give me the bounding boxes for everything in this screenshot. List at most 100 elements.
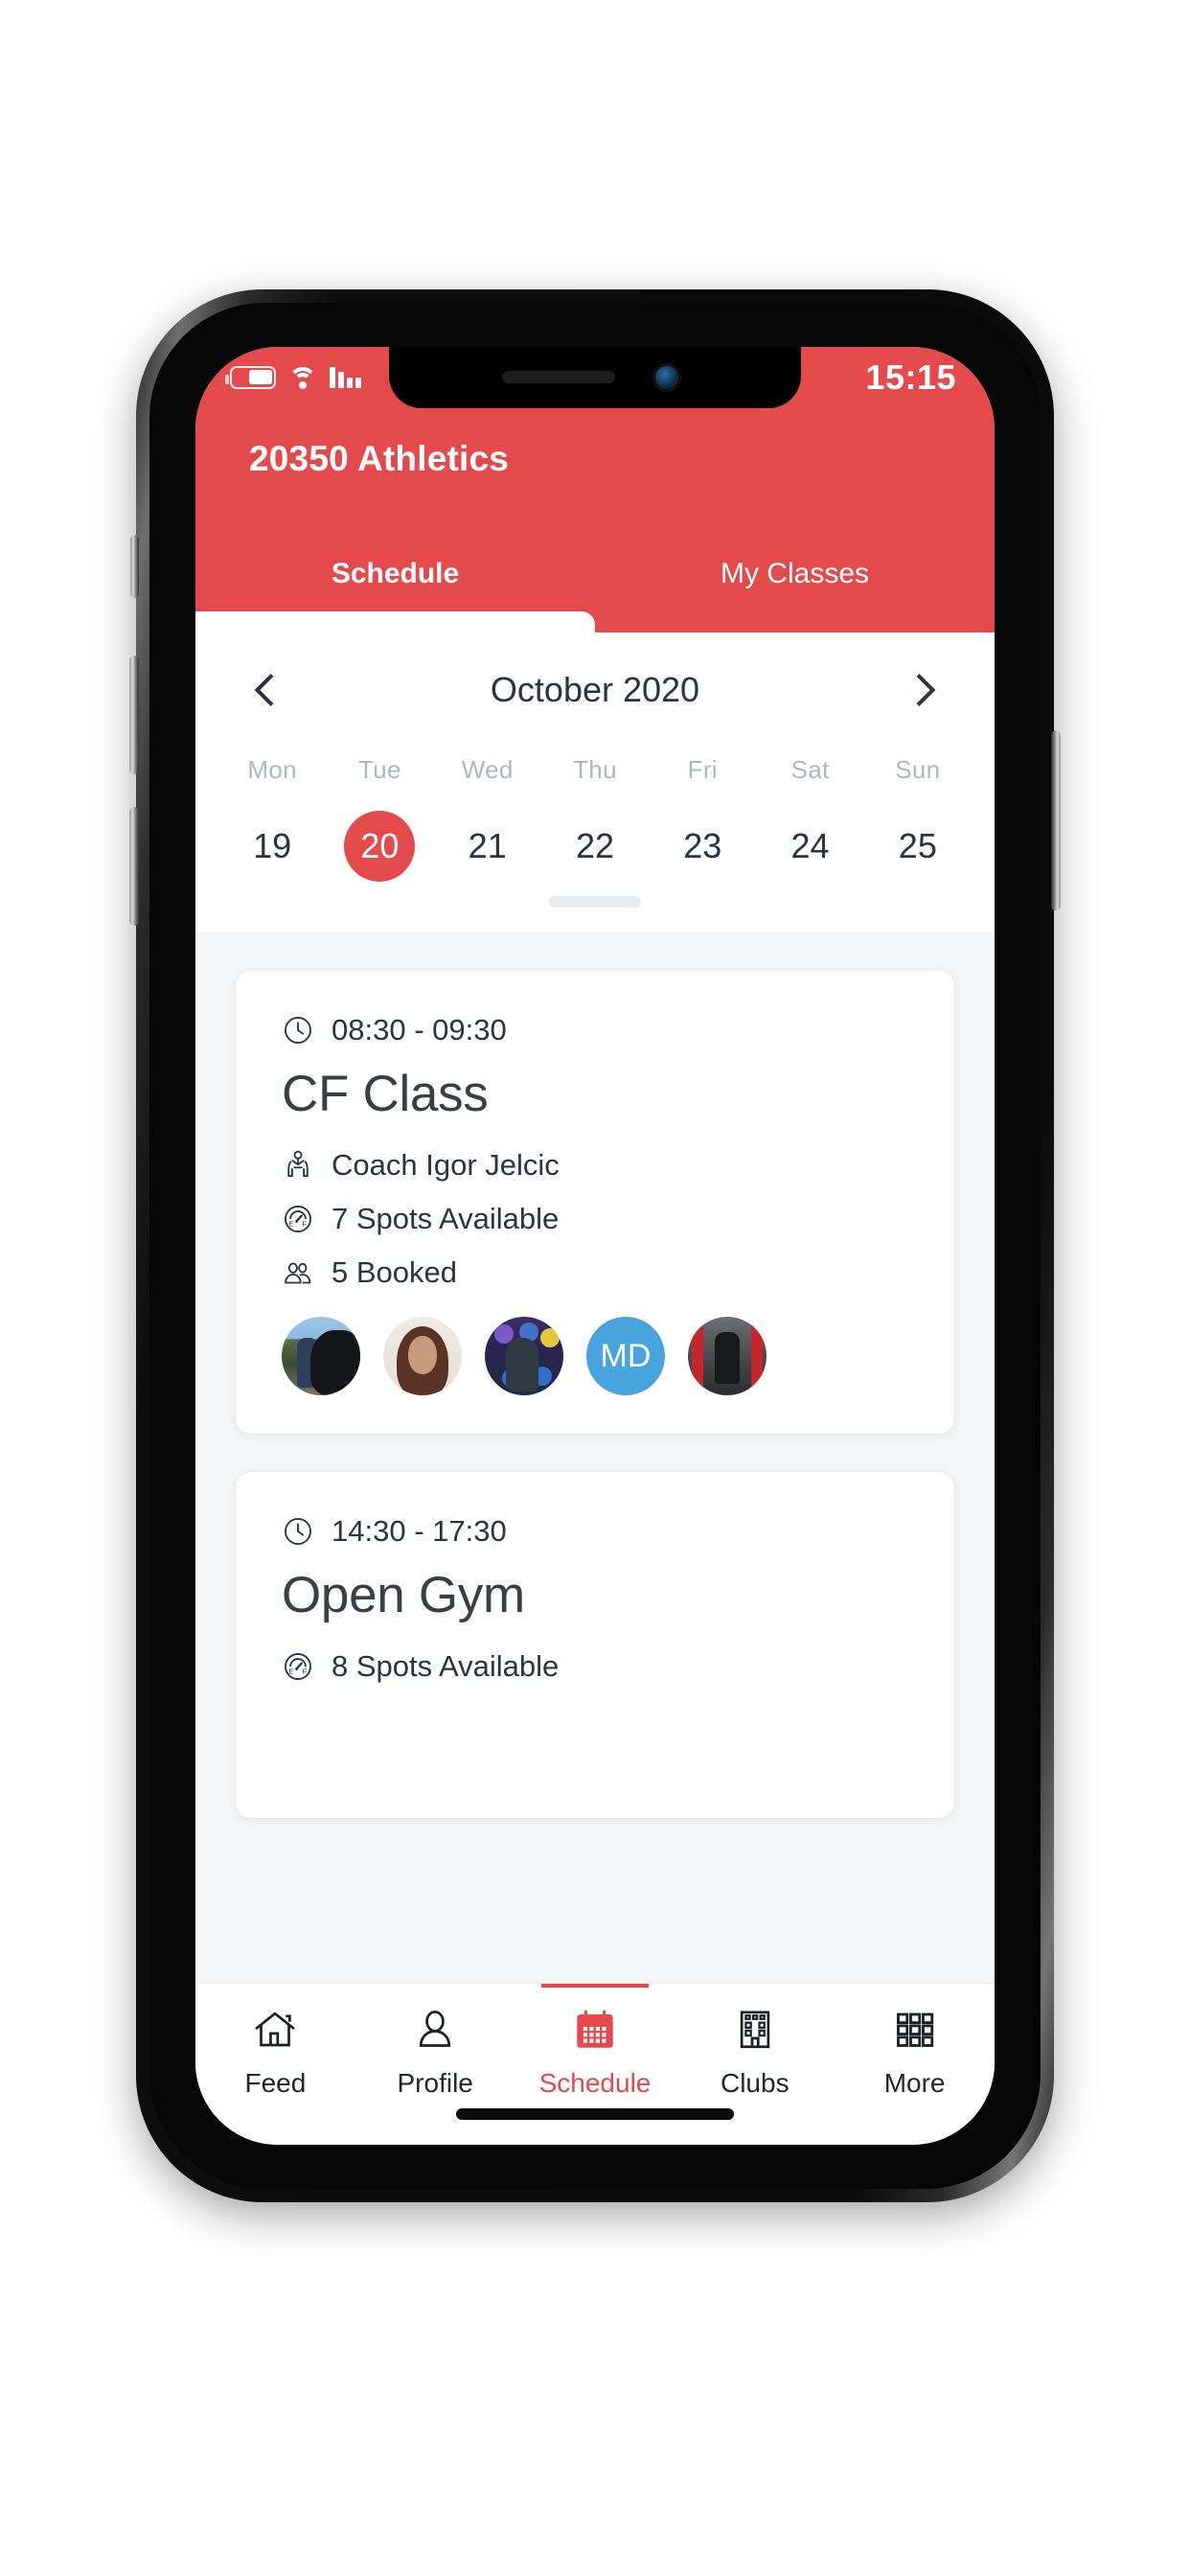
avatar[interactable] xyxy=(383,1317,462,1395)
svg-text:F: F xyxy=(303,1668,308,1676)
avatar-initials[interactable]: MD xyxy=(586,1317,665,1395)
building-icon xyxy=(740,2011,770,2049)
class-time-row: 08:30 - 09:30 xyxy=(282,1013,908,1047)
calendar-header: October 2020 xyxy=(195,646,995,734)
nav-label: Clubs xyxy=(720,2068,790,2098)
calendar-date[interactable]: 23 xyxy=(667,811,738,882)
clock-icon xyxy=(285,1017,311,1044)
calendar-strip: October 2020 Mon 19 Tue 20 Wed 21 Thu 22… xyxy=(195,632,995,932)
avatar[interactable] xyxy=(282,1317,360,1395)
nav-label: More xyxy=(883,2068,946,2098)
tab-schedule-label: Schedule xyxy=(331,558,460,589)
class-booked-row: 5 Booked xyxy=(282,1255,908,1290)
home-indicator[interactable] xyxy=(456,2108,734,2120)
calendar-week-grid: Mon 19 Tue 20 Wed 21 Thu 22 Fri 23 Sat 2… xyxy=(195,734,995,890)
calendar-dow-label: Wed xyxy=(461,755,514,784)
avatar[interactable] xyxy=(688,1317,767,1395)
calendar-expand-handle[interactable] xyxy=(549,896,641,908)
calendar-day-thu[interactable]: Thu 22 xyxy=(541,734,649,890)
class-title: CF Class xyxy=(282,1066,489,1122)
class-title: Open Gym xyxy=(282,1567,525,1623)
calendar-dow-label: Thu xyxy=(573,755,617,784)
svg-text:F: F xyxy=(303,1220,308,1229)
class-time: 08:30 - 09:30 xyxy=(332,1013,507,1046)
status-bar-left xyxy=(225,366,361,389)
class-card[interactable]: 14:30 - 17:30 Open Gym E F 8 Spots Avail… xyxy=(236,1472,954,1818)
calendar-day-sat[interactable]: Sat 24 xyxy=(756,734,863,890)
calendar-date[interactable]: 21 xyxy=(452,811,523,882)
nav-label: Schedule xyxy=(538,2068,652,2098)
people-icon xyxy=(285,1262,311,1284)
calendar-dow-label: Tue xyxy=(358,755,401,784)
nav-item-clubs[interactable]: Clubs xyxy=(675,2005,835,2099)
nav-item-feed[interactable]: Feed xyxy=(195,2005,355,2099)
gauge-icon: E F xyxy=(285,1653,311,1680)
avatar[interactable] xyxy=(485,1317,563,1395)
signal-icon xyxy=(330,367,361,388)
volume-down-button[interactable] xyxy=(129,807,139,926)
class-time-row: 14:30 - 17:30 xyxy=(282,1514,908,1549)
notch xyxy=(389,347,801,408)
phone-frame: 15:15 20350 Athletics Schedule My Classe… xyxy=(129,289,1061,2202)
status-bar-clock: 15:15 xyxy=(865,357,956,397)
class-spots-row: E F 7 Spots Available xyxy=(282,1202,908,1236)
calendar-day-tue[interactable]: Tue 20 xyxy=(326,734,433,890)
nav-label: Feed xyxy=(244,2068,307,2098)
class-list[interactable]: 08:30 - 09:30 CF Class Coach Igor Jelcic xyxy=(195,932,995,1984)
attendee-avatars: MD xyxy=(282,1317,908,1395)
power-button[interactable] xyxy=(1051,730,1061,910)
person-icon xyxy=(420,2011,451,2047)
tab-my-classes[interactable]: My Classes xyxy=(595,544,995,632)
nav-label: Profile xyxy=(397,2068,473,2098)
calendar-dow-label: Fri xyxy=(687,755,718,784)
nav-item-schedule[interactable]: Schedule xyxy=(515,2005,675,2099)
class-spots-row: E F 8 Spots Available xyxy=(282,1649,908,1684)
chevron-right-icon[interactable] xyxy=(897,664,949,716)
calendar-dow-label: Sun xyxy=(895,755,941,784)
class-booked: 5 Booked xyxy=(332,1255,457,1289)
phone-screen: 15:15 20350 Athletics Schedule My Classe… xyxy=(195,347,995,2145)
calendar-date[interactable]: 19 xyxy=(237,811,308,882)
grid-icon xyxy=(896,2012,933,2047)
volume-up-button[interactable] xyxy=(129,656,139,774)
class-card[interactable]: 08:30 - 09:30 CF Class Coach Igor Jelcic xyxy=(236,971,954,1434)
bottom-navigation: Feed Profile Schedule Clubs More xyxy=(195,1984,995,2145)
calendar-month-label: October 2020 xyxy=(490,670,700,709)
calendar-day-wed[interactable]: Wed 21 xyxy=(434,734,541,890)
tab-my-classes-label: My Classes xyxy=(720,558,870,589)
active-tab-indicator xyxy=(195,611,595,632)
nav-item-more[interactable]: More xyxy=(835,2005,995,2099)
class-spots: 8 Spots Available xyxy=(332,1649,560,1683)
calendar-dow-label: Sat xyxy=(790,755,830,784)
home-icon xyxy=(255,2012,295,2047)
calendar-day-sun[interactable]: Sun 25 xyxy=(864,734,972,890)
front-camera-icon xyxy=(655,366,678,389)
svg-text:E: E xyxy=(288,1668,293,1676)
header-tabs: Schedule My Classes xyxy=(195,544,995,632)
avatar-initials-label: MD xyxy=(600,1337,652,1374)
coach-icon xyxy=(287,1150,309,1177)
class-coach-row: Coach Igor Jelcic xyxy=(282,1148,908,1183)
battery-fill xyxy=(249,370,272,384)
class-time: 14:30 - 17:30 xyxy=(332,1514,507,1548)
calendar-date[interactable]: 22 xyxy=(560,811,630,882)
calendar-date[interactable]: 24 xyxy=(775,811,846,882)
earpiece-speaker-icon xyxy=(502,371,615,383)
calendar-date-selected[interactable]: 20 xyxy=(344,811,416,882)
class-coach: Coach Igor Jelcic xyxy=(332,1148,560,1182)
nav-item-profile[interactable]: Profile xyxy=(355,2005,515,2099)
calendar-day-mon[interactable]: Mon 19 xyxy=(218,734,326,890)
calendar-day-fri[interactable]: Fri 23 xyxy=(649,734,756,890)
class-spots: 7 Spots Available xyxy=(332,1202,560,1235)
silent-switch-button[interactable] xyxy=(130,535,139,598)
calendar-icon xyxy=(577,2010,613,2048)
chevron-left-icon[interactable] xyxy=(241,664,293,716)
page-title: 20350 Athletics xyxy=(249,439,510,478)
phone-bezel: 15:15 20350 Athletics Schedule My Classe… xyxy=(149,303,1041,2189)
calendar-dow-label: Mon xyxy=(247,755,297,784)
clock-icon xyxy=(285,1518,311,1545)
wifi-icon xyxy=(288,367,317,389)
svg-text:E: E xyxy=(288,1220,293,1229)
gauge-icon: E F xyxy=(285,1206,311,1232)
calendar-date[interactable]: 25 xyxy=(882,811,953,882)
